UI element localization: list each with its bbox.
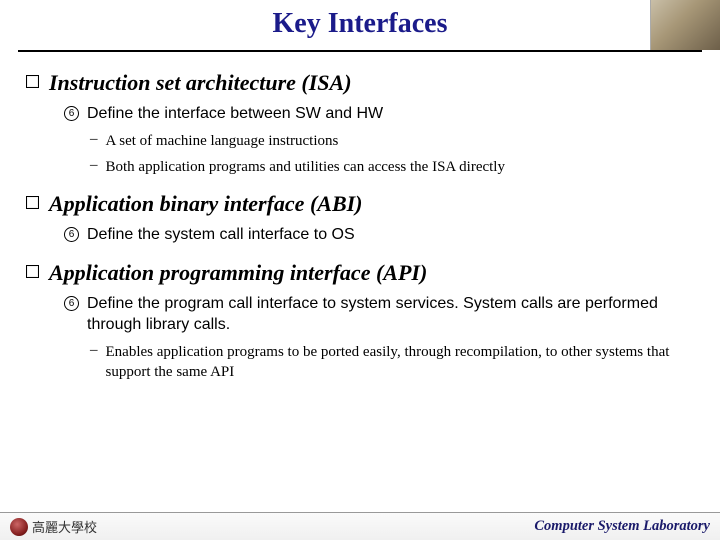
square-bullet-icon — [26, 196, 39, 209]
footer-right-text: Computer System Laboratory — [534, 518, 710, 535]
section-heading: Application binary interface (ABI) — [49, 191, 363, 217]
dash-text: Both application programs and utilities … — [106, 157, 505, 177]
sub-row: 6 Define the system call interface to OS — [64, 225, 694, 246]
dash-icon: – — [90, 342, 98, 359]
dash-icon: – — [90, 131, 98, 148]
section-row: Instruction set architecture (ISA) — [26, 70, 694, 96]
dash-icon: – — [90, 157, 98, 174]
dash-row: – A set of machine language instructions — [90, 131, 694, 151]
section-row: Application binary interface (ABI) — [26, 191, 694, 217]
slide-content: Instruction set architecture (ISA) 6 Def… — [0, 52, 720, 382]
circled-number-icon: 6 — [64, 296, 79, 311]
university-crest-icon — [10, 518, 28, 536]
square-bullet-icon — [26, 265, 39, 278]
header-photo — [650, 0, 720, 50]
square-bullet-icon — [26, 75, 39, 88]
sub-text: Define the interface between SW and HW — [87, 104, 383, 125]
sub-row: 6 Define the interface between SW and HW — [64, 104, 694, 125]
section-heading: Application programming interface (API) — [49, 260, 427, 286]
dash-text: Enables application programs to be porte… — [106, 342, 695, 383]
sub-text: Define the system call interface to OS — [87, 225, 355, 246]
section-row: Application programming interface (API) — [26, 260, 694, 286]
sub-text: Define the program call interface to sys… — [87, 294, 694, 336]
slide-title: Key Interfaces — [18, 0, 702, 40]
sub-row: 6 Define the program call interface to s… — [64, 294, 694, 336]
slide-footer: 高麗大學校 Computer System Laboratory — [0, 512, 720, 540]
footer-left-text: 高麗大學校 — [32, 517, 97, 536]
dash-row: – Both application programs and utilitie… — [90, 157, 694, 177]
dash-text: A set of machine language instructions — [106, 131, 339, 151]
slide-header: Key Interfaces — [18, 0, 702, 52]
circled-number-icon: 6 — [64, 227, 79, 242]
section-heading: Instruction set architecture (ISA) — [49, 70, 352, 96]
footer-left: 高麗大學校 — [10, 517, 97, 536]
dash-row: – Enables application programs to be por… — [90, 342, 694, 383]
circled-number-icon: 6 — [64, 106, 79, 121]
